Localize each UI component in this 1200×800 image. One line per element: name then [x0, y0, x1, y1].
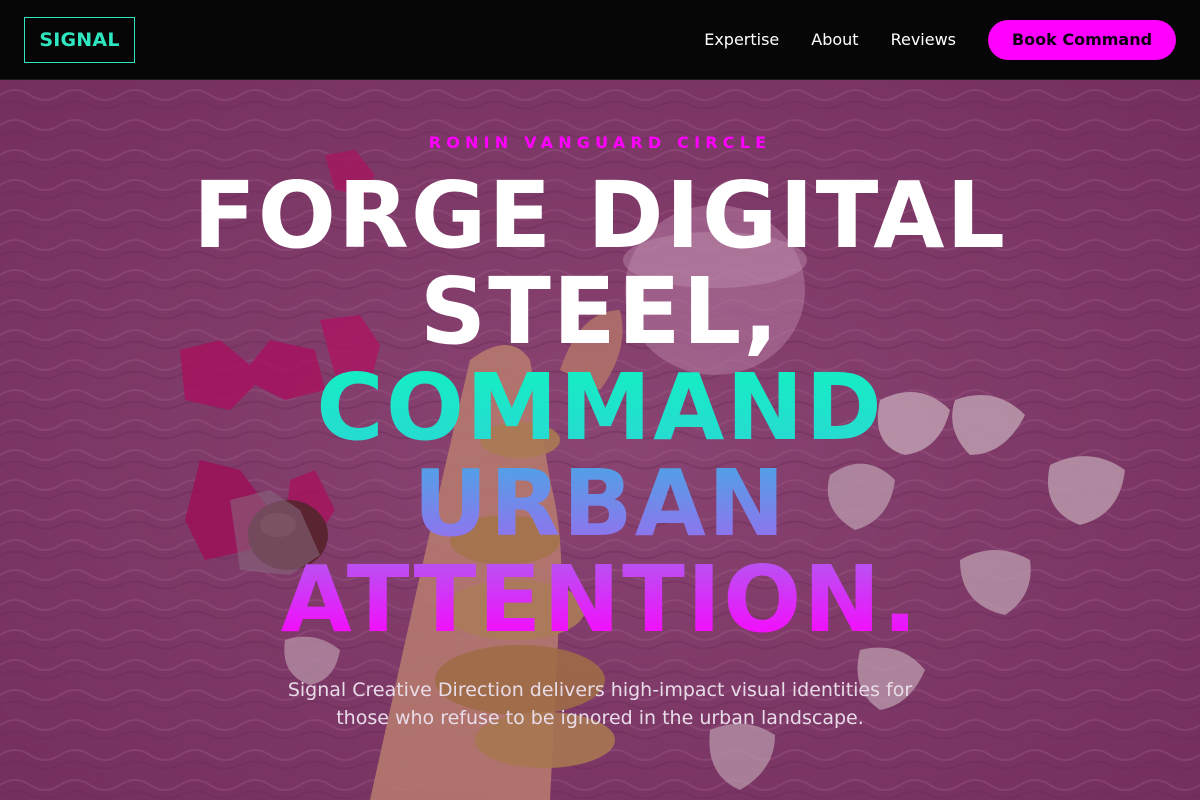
headline-line-4: URBAN [0, 456, 1200, 552]
headline-line-2: STEEL, [419, 258, 781, 365]
hero-eyebrow: RONIN VANGUARD CIRCLE [428, 133, 772, 152]
nav-link-expertise[interactable]: Expertise [704, 30, 779, 49]
book-command-button[interactable]: Book Command [988, 19, 1176, 60]
main-nav: Expertise About Reviews Book Command [704, 19, 1176, 60]
nav-link-reviews[interactable]: Reviews [891, 30, 956, 49]
hero-subtext: Signal Creative Direction delivers high-… [287, 679, 913, 729]
headline-line-1: FORGE DIGITAL [192, 162, 1008, 269]
hero-section: RONIN VANGUARD CIRCLE FORGE DIGITAL STEE… [0, 80, 1200, 800]
headline-line-3: COMMAND [0, 360, 1200, 456]
headline-line-5: ATTENTION. [0, 552, 1200, 648]
nav-link-about[interactable]: About [811, 30, 858, 49]
site-header: SIGNAL Expertise About Reviews Book Comm… [0, 0, 1200, 80]
hero-headline: FORGE DIGITAL STEEL, COMMAND URBAN ATTEN… [0, 168, 1200, 648]
logo[interactable]: SIGNAL [24, 16, 135, 63]
hero-content: RONIN VANGUARD CIRCLE FORGE DIGITAL STEE… [0, 80, 1200, 800]
